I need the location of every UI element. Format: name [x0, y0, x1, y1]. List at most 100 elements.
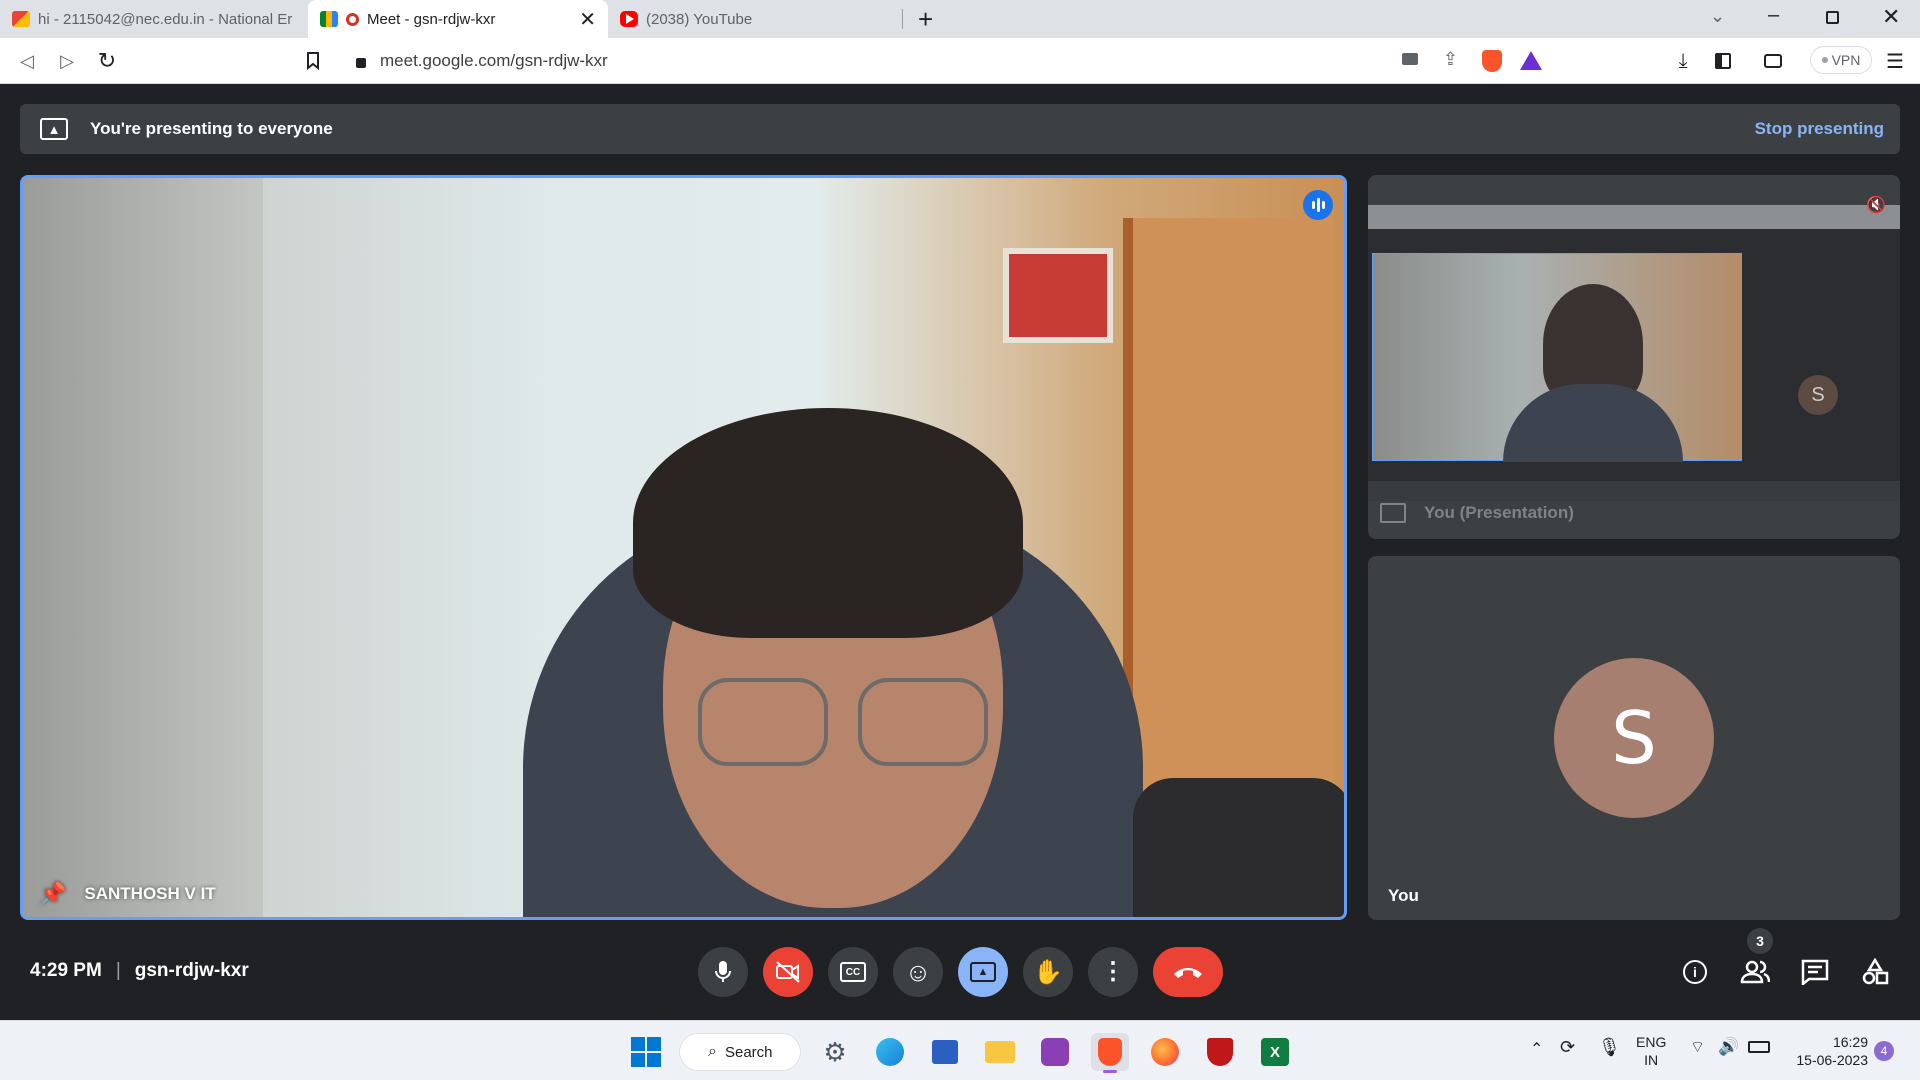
language-indicator[interactable]: ENG IN [1636, 1033, 1666, 1069]
sidebar-icon[interactable] [1710, 48, 1736, 74]
store-icon[interactable] [926, 1033, 964, 1071]
main-participant-video[interactable]: 📌 SANTHOSH V IT [20, 175, 1347, 920]
brave-browser-icon[interactable] [1091, 1033, 1129, 1073]
emoji-icon: ☺ [904, 956, 932, 987]
thumb-taskbar [1368, 481, 1900, 501]
notification-badge[interactable]: 4 [1874, 1041, 1894, 1061]
firefox-icon[interactable] [1146, 1033, 1184, 1071]
restore-icon[interactable] [1826, 11, 1839, 24]
meet-icon [320, 11, 338, 27]
lock-icon [356, 58, 366, 68]
microphone-in-use-icon[interactable]: 🎙 [1598, 1037, 1621, 1058]
presenting-text: You're presenting to everyone [90, 119, 333, 138]
present-now-button[interactable]: ▲ [958, 947, 1008, 997]
address-bar[interactable]: meet.google.com/gsn-rdjw-kxr ⇪ [340, 43, 1554, 79]
file-explorer-icon[interactable] [981, 1033, 1019, 1071]
participant-name-tag: 📌 SANTHOSH V IT [39, 881, 216, 907]
self-name: You [1388, 886, 1419, 905]
taskbar-time: 16:29 [1832, 1034, 1868, 1050]
wall-frame [1003, 248, 1113, 343]
presentation-thumbnail: S [1368, 205, 1900, 501]
meeting-details: 4:29 PM | gsn-rdjw-kxr [30, 960, 249, 982]
url-text: meet.google.com/gsn-rdjw-kxr [380, 51, 608, 70]
participant-count-badge: 3 [1747, 928, 1773, 954]
brave-rewards-icon[interactable] [1520, 51, 1542, 70]
mcafee-icon[interactable] [1201, 1033, 1239, 1071]
windows-start-icon[interactable] [627, 1033, 665, 1071]
self-avatar: S [1554, 658, 1714, 818]
stop-presenting-button[interactable]: Stop presenting [1755, 119, 1884, 139]
vpn-status-dot-icon [1821, 57, 1828, 63]
taskbar-date: 15-06-2023 [1796, 1052, 1868, 1068]
chat-button[interactable] [1795, 952, 1835, 992]
thumb-avatar: S [1798, 375, 1838, 415]
presentation-tile[interactable]: S 🔇 You (Presentation) [1368, 175, 1900, 539]
vpn-button[interactable]: VPN [1810, 46, 1872, 74]
camera-off-button[interactable] [763, 947, 813, 997]
more-options-button[interactable]: ⋮ [1088, 947, 1138, 997]
forward-icon[interactable]: ▷ [54, 48, 80, 74]
sync-icon[interactable]: ⟳ [1560, 1037, 1575, 1058]
camera-in-use-icon[interactable] [1402, 53, 1418, 65]
meeting-info-button[interactable]: i [1675, 952, 1715, 992]
glasses-left [698, 678, 828, 766]
youtube-icon [620, 11, 638, 27]
presenting-banner: ▲ You're presenting to everyone Stop pre… [20, 104, 1900, 154]
close-tab-icon[interactable]: ✕ [579, 7, 596, 32]
wifi-icon[interactable]: ⌔ [1690, 1037, 1705, 1057]
glasses-right [858, 678, 988, 766]
meeting-clock: 4:29 PM [30, 960, 102, 981]
edge-icon[interactable] [871, 1033, 909, 1071]
microphone-button[interactable] [698, 947, 748, 997]
taskbar-search-box[interactable]: ⌕ Search [679, 1033, 801, 1071]
menu-icon[interactable]: ☰ [1882, 48, 1908, 74]
close-window-icon[interactable]: ✕ [1882, 4, 1900, 30]
backpack [1133, 778, 1344, 917]
settings-icon[interactable]: ⚙ [816, 1033, 854, 1071]
minimize-icon[interactable]: – [1768, 4, 1779, 27]
self-tile[interactable]: S You [1368, 556, 1900, 920]
tab-title: hi - 2115042@nec.edu.in - National Er [38, 10, 293, 28]
excel-icon[interactable]: X [1256, 1033, 1294, 1071]
captions-button[interactable]: CC [828, 947, 878, 997]
muted-mic-icon: 🔇 [1866, 197, 1886, 214]
reactions-button[interactable]: ☺ [893, 947, 943, 997]
tab-meet[interactable]: Meet - gsn-rdjw-kxr ✕ [308, 0, 608, 38]
presentation-tile-name: You (Presentation) [1424, 503, 1574, 522]
back-icon[interactable]: ◁ [14, 48, 40, 74]
show-hidden-icons-icon[interactable]: ⌃ [1530, 1039, 1543, 1059]
meeting-code: gsn-rdjw-kxr [134, 960, 249, 981]
tab-search-chevron-icon[interactable]: ⌄ [1710, 6, 1725, 27]
volume-icon[interactable]: 🔊 [1718, 1037, 1739, 1057]
bookmark-icon[interactable] [300, 48, 326, 74]
new-tab-icon[interactable]: + [918, 4, 933, 35]
activities-button[interactable] [1855, 952, 1895, 992]
share-icon[interactable]: ⇪ [1443, 49, 1458, 70]
downloads-icon[interactable]: ⤓ [1670, 48, 1696, 74]
tab-youtube[interactable]: (2038) YouTube [608, 0, 898, 38]
tab-gmail[interactable]: hi - 2115042@nec.edu.in - National Er [0, 0, 310, 38]
battery-icon[interactable] [1748, 1041, 1770, 1053]
windows-taskbar: ⌕ Search ⚙ X ⌃ ⟳ 🎙 ENG IN ⌔ 🔊 16:29 15-0… [0, 1020, 1920, 1080]
leave-call-button[interactable] [1153, 947, 1223, 997]
lang-bottom: IN [1644, 1052, 1659, 1068]
raise-hand-button[interactable]: ✋ [1023, 947, 1073, 997]
search-icon: ⌕ [708, 1043, 717, 1060]
tab-strip: hi - 2115042@nec.edu.in - National Er Me… [0, 0, 1920, 38]
end-call-icon [1174, 968, 1202, 978]
hand-icon: ✋ [1033, 958, 1063, 986]
podcast-app-icon[interactable] [1036, 1033, 1074, 1071]
wall-shadow [23, 178, 263, 917]
reload-icon[interactable]: ↻ [94, 48, 120, 74]
taskbar-clock[interactable]: 16:29 15-06-2023 [1788, 1033, 1868, 1069]
people-icon [1740, 960, 1770, 984]
pin-icon[interactable]: 📌 [39, 881, 66, 907]
tab-divider [902, 9, 903, 29]
camera-off-icon [776, 961, 800, 983]
gmail-icon [12, 11, 30, 27]
people-button[interactable]: 3 [1735, 928, 1775, 992]
wallet-icon[interactable] [1760, 48, 1786, 74]
brave-shields-icon[interactable] [1482, 50, 1502, 72]
info-icon: i [1683, 960, 1707, 984]
search-label: Search [724, 1043, 773, 1061]
